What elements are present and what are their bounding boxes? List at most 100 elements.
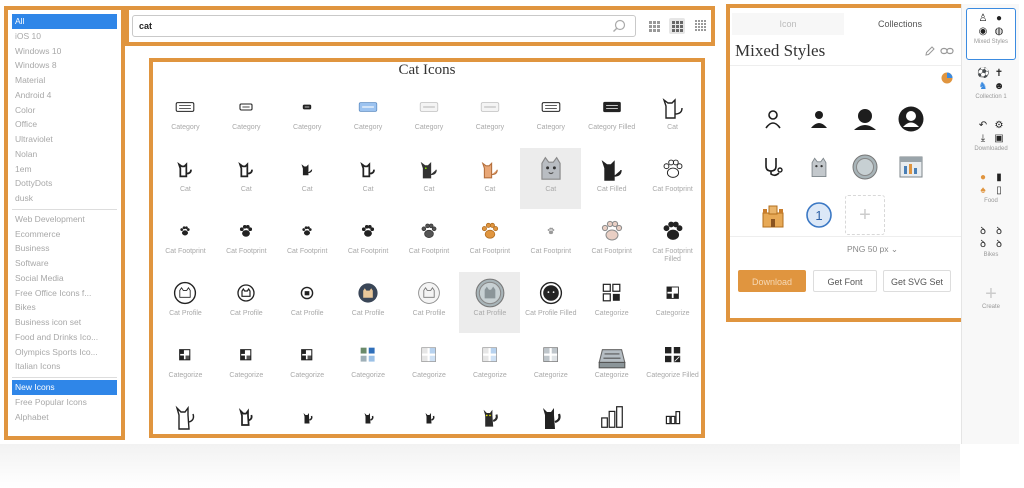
stethoscope-icon[interactable]: [750, 144, 796, 190]
icon-tile[interactable]: Cat Profile: [155, 272, 216, 333]
icon-tile[interactable]: Cat Footprint: [642, 148, 701, 209]
icon-tile[interactable]: Cat Footprint Filled: [642, 210, 701, 271]
sidebar-item[interactable]: Bikes: [12, 300, 117, 315]
large-grid-view-icon[interactable]: [693, 18, 709, 34]
icon-tile[interactable]: Black Cat: [277, 396, 338, 434]
icon-tile[interactable]: Cat Profile: [277, 272, 338, 333]
sidebar-item[interactable]: Alphabet: [12, 410, 117, 425]
get-font-button[interactable]: Get Font: [813, 270, 877, 292]
icon-tile[interactable]: Categorize Filled: [642, 334, 701, 395]
icon-tile[interactable]: Cat Profile: [459, 272, 521, 333]
tab-collections[interactable]: Collections: [844, 13, 956, 35]
search-icon[interactable]: [612, 19, 626, 33]
icon-tile[interactable]: Cat Footprint: [216, 210, 277, 271]
icon-tile[interactable]: Categorize: [399, 334, 460, 395]
create-collection-button[interactable]: + Create: [966, 284, 1016, 318]
icon-tile[interactable]: Cat: [642, 86, 701, 147]
icon-tile[interactable]: Categorize: [155, 334, 216, 395]
get-svg-set-button[interactable]: Get SVG Set: [883, 270, 951, 292]
icon-tile[interactable]: Black Cat: [155, 396, 216, 434]
sidebar-item[interactable]: 1em: [12, 162, 117, 177]
icon-tile[interactable]: Category: [520, 86, 581, 147]
sidebar-item[interactable]: iOS 10: [12, 29, 117, 44]
icon-tile[interactable]: Black Cat Filled: [520, 396, 581, 434]
cat-face-gray-icon[interactable]: [796, 144, 842, 190]
icon-tile[interactable]: Cat: [338, 148, 399, 209]
medium-grid-view-icon[interactable]: [669, 18, 685, 34]
icon-tile[interactable]: Categorize: [581, 272, 642, 333]
window-icon[interactable]: [888, 144, 934, 190]
color-picker-icon[interactable]: [941, 72, 953, 84]
sidebar-item[interactable]: Food and Drinks Ico...: [12, 330, 117, 345]
icon-tile[interactable]: Categorize: [642, 272, 701, 333]
icon-tile[interactable]: Cat: [216, 148, 277, 209]
icon-tile[interactable]: Category: [155, 86, 216, 147]
small-grid-view-icon[interactable]: [646, 18, 662, 34]
icon-tile[interactable]: Category: [459, 86, 520, 147]
sidebar-item[interactable]: Italian Icons: [12, 359, 117, 374]
icon-tile[interactable]: Cat Footprint: [155, 210, 216, 271]
icon-tile[interactable]: Black Cat: [459, 396, 520, 434]
sidebar-item[interactable]: Business: [12, 241, 117, 256]
sidebar-item[interactable]: Free Popular Icons: [12, 395, 117, 410]
icon-tile[interactable]: Cat: [459, 148, 520, 209]
coin-icon[interactable]: [842, 144, 888, 190]
sidebar-item[interactable]: Color: [12, 103, 117, 118]
user-circle-filled-icon[interactable]: [842, 96, 888, 142]
sidebar-item[interactable]: dusk: [12, 191, 117, 206]
temple-icon[interactable]: [750, 192, 796, 238]
sidebar-item[interactable]: Free Office Icons f...: [12, 286, 117, 301]
icon-tile[interactable]: Categorize: [277, 334, 338, 395]
user-line-icon[interactable]: [750, 96, 796, 142]
sidebar-item[interactable]: Social Media: [12, 271, 117, 286]
icon-tile[interactable]: Cat: [399, 148, 460, 209]
collection-bikes[interactable]: ꝺꝺꝺꝺ Bikes: [966, 222, 1016, 268]
sidebar-item[interactable]: Web Development: [12, 212, 117, 227]
user-circle-dark-icon[interactable]: [888, 96, 934, 142]
icon-tile[interactable]: Cat Footprint: [338, 210, 399, 271]
sidebar-item[interactable]: Material: [12, 73, 117, 88]
icon-tile[interactable]: Cat: [277, 148, 338, 209]
pencil-icon[interactable]: [924, 45, 936, 57]
icon-tile[interactable]: Cat Profile: [338, 272, 399, 333]
collection-title[interactable]: Mixed Styles: [735, 41, 825, 61]
icon-tile[interactable]: Black Cat: [399, 396, 460, 434]
sidebar-item[interactable]: Windows 8: [12, 58, 117, 73]
icon-tile[interactable]: Categorize: [459, 334, 520, 395]
icon-tile[interactable]: Cat Profile: [399, 272, 460, 333]
icon-tile[interactable]: Cat: [155, 148, 216, 209]
icon-tile[interactable]: Categorize: [216, 334, 277, 395]
user-filled-icon[interactable]: [796, 96, 842, 142]
sidebar-item[interactable]: Ecommerce: [12, 227, 117, 242]
icon-tile[interactable]: Category: [399, 86, 460, 147]
icon-tile[interactable]: Cat Filled: [581, 148, 642, 209]
number-one-icon[interactable]: 1: [796, 192, 842, 238]
sidebar-item[interactable]: All: [12, 14, 117, 29]
icon-tile[interactable]: Bar Chart: [642, 396, 701, 434]
icon-tile[interactable]: Categorize: [338, 334, 399, 395]
icon-tile[interactable]: Categorize: [581, 334, 642, 395]
icon-tile[interactable]: Cat Footprint: [520, 210, 581, 271]
tab-icon[interactable]: Icon: [732, 13, 844, 35]
sidebar-item[interactable]: Software: [12, 256, 117, 271]
icon-tile[interactable]: Category Filled: [581, 86, 642, 147]
icon-tile[interactable]: Category: [338, 86, 399, 147]
icon-tile[interactable]: Category: [216, 86, 277, 147]
icon-tile[interactable]: Category: [277, 86, 338, 147]
download-button[interactable]: Download: [738, 270, 806, 292]
sidebar-item[interactable]: Office: [12, 117, 117, 132]
sidebar-item[interactable]: Android 4: [12, 88, 117, 103]
search-input[interactable]: cat: [132, 15, 636, 37]
sidebar-item[interactable]: Olympics Sports Ico...: [12, 345, 117, 360]
link-icon[interactable]: [940, 46, 954, 56]
sidebar-item[interactable]: Ultraviolet: [12, 132, 117, 147]
sidebar-item[interactable]: Business icon set: [12, 315, 117, 330]
sidebar-item[interactable]: Nolan: [12, 147, 117, 162]
icon-tile[interactable]: Cat Footprint: [459, 210, 520, 271]
collection-downloaded[interactable]: ↶ ⚙ ⤓ ▣ Downloaded: [966, 116, 1016, 162]
collection-mixed-styles[interactable]: ♙ ● ◉ ◍ Mixed Styles: [966, 8, 1016, 60]
sidebar-item[interactable]: Windows 10: [12, 44, 117, 59]
collection-food[interactable]: ● ▮ ♠ ▯ Food: [966, 168, 1016, 214]
icon-tile[interactable]: Cat Footprint: [581, 210, 642, 271]
icon-tile[interactable]: Black Cat: [338, 396, 399, 434]
